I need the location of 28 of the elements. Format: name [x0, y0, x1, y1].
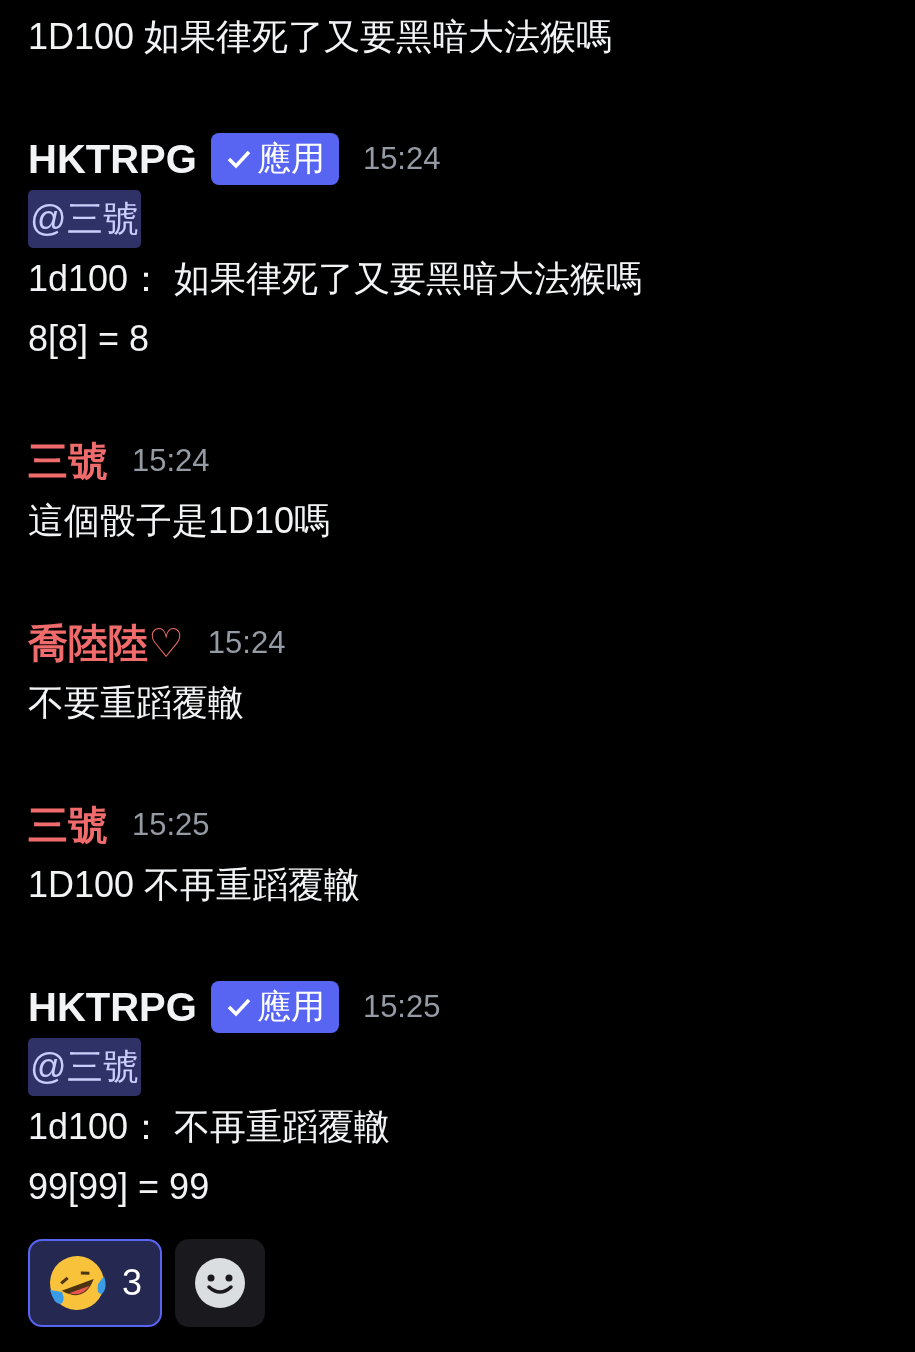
timestamp: 15:25: [362, 989, 441, 1025]
timestamp: 15:24: [132, 443, 210, 479]
user-mention[interactable]: @三號: [28, 1038, 141, 1096]
message-text: 1d100： 不再重蹈覆轍: [28, 1104, 391, 1149]
smiley-icon: [194, 1257, 247, 1309]
author-name[interactable]: HKTRPG: [28, 135, 197, 183]
author-name[interactable]: HKTRPG: [28, 983, 197, 1031]
message-text: 1D100 不再重蹈覆轍: [28, 862, 361, 907]
message-text: 這個骰子是1D10嗎: [28, 498, 331, 543]
author-name[interactable]: 喬陸陸♡: [28, 619, 184, 667]
message-text: 不要重蹈覆轍: [28, 680, 244, 725]
timestamp: 15:25: [132, 807, 210, 843]
message-text: 99[99] = 99: [28, 1166, 210, 1208]
timestamp: 15:24: [207, 625, 286, 661]
app-badge: 應用: [210, 133, 339, 185]
reaction-count: 3: [122, 1262, 143, 1304]
message-text: 1D100 如果律死了又要黑暗大法猴嗎: [28, 14, 613, 59]
message-text: 8[8] = 8: [28, 318, 150, 360]
user-mention[interactable]: @三號: [28, 190, 141, 248]
author-name[interactable]: 三號: [28, 801, 108, 849]
reaction-button[interactable]: 3: [28, 1239, 163, 1327]
check-icon: [226, 149, 251, 169]
timestamp: 15:24: [362, 141, 441, 177]
author-name[interactable]: 三號: [28, 437, 108, 485]
check-icon: [226, 997, 251, 1017]
app-badge: 應用: [210, 981, 339, 1033]
message-text: 1d100： 如果律死了又要黑暗大法猴嗎: [28, 256, 643, 301]
add-reaction-button[interactable]: [175, 1239, 266, 1327]
